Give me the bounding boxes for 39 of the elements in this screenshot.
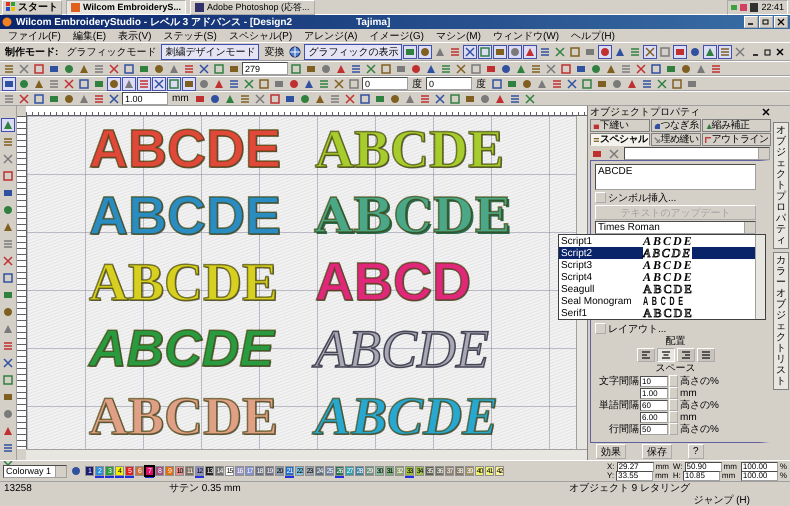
embroidered-lettering: ABCDE xyxy=(89,255,278,310)
toolbar-label: mm xyxy=(171,93,190,104)
unit-label: mm xyxy=(656,462,669,471)
coordinate-label: X: xyxy=(607,462,615,471)
unit-label: mm xyxy=(724,462,737,471)
unit-label: 高さの% xyxy=(679,424,720,434)
toolbar-label: 度 xyxy=(411,78,423,90)
embroidered-lettering: ABCDE xyxy=(315,122,504,176)
spacing-label: 単語間隔 xyxy=(598,400,639,410)
coordinate-label: Y: xyxy=(607,471,614,480)
toolbar-label: 制作モード: xyxy=(4,46,60,58)
embroidered-lettering: ABCDE xyxy=(315,192,510,240)
spacing-label: 文字間隔 xyxy=(598,376,639,386)
unit-label: mm xyxy=(679,412,698,422)
clock: 22:41 xyxy=(761,2,784,12)
coordinate-label: H: xyxy=(672,471,681,480)
jump-info: ジャンプ (H) xyxy=(693,494,750,506)
embroidered-lettering: ABCDE xyxy=(89,188,282,243)
object-info: オブジェクト 9 レタリング xyxy=(568,482,690,495)
unit-label: 高さの% xyxy=(679,400,720,410)
toolbar-label: 度 xyxy=(475,78,487,90)
unit-label: 高さの% xyxy=(679,376,720,386)
machine-name: Tajima] xyxy=(356,16,390,28)
unit-label: % xyxy=(780,462,787,471)
unit-label: % xyxy=(780,471,787,480)
stitch-type: サテン 0.35 mm xyxy=(169,482,241,495)
section-label: 配置 xyxy=(664,336,686,347)
embroidered-lettering: ABCDE xyxy=(89,122,282,176)
stitch-count: 13258 xyxy=(3,482,33,494)
coordinate-label: W: xyxy=(672,462,683,471)
spacing-label: 行間隔 xyxy=(608,424,639,434)
window-title: Wilcom EmbroideryStudio - レベル 3 アドバンス - [Design2 xyxy=(16,16,292,29)
unit-label: mm xyxy=(655,471,668,480)
unit-label: mm xyxy=(722,471,736,480)
unit-label: mm xyxy=(679,388,698,398)
embroidered-lettering: ABCDE xyxy=(89,323,274,376)
panel-title: オブジェクトプロパティ xyxy=(590,106,700,119)
embroidered-lettering: ABCD xyxy=(315,255,471,310)
section-label: スペース xyxy=(654,363,696,374)
